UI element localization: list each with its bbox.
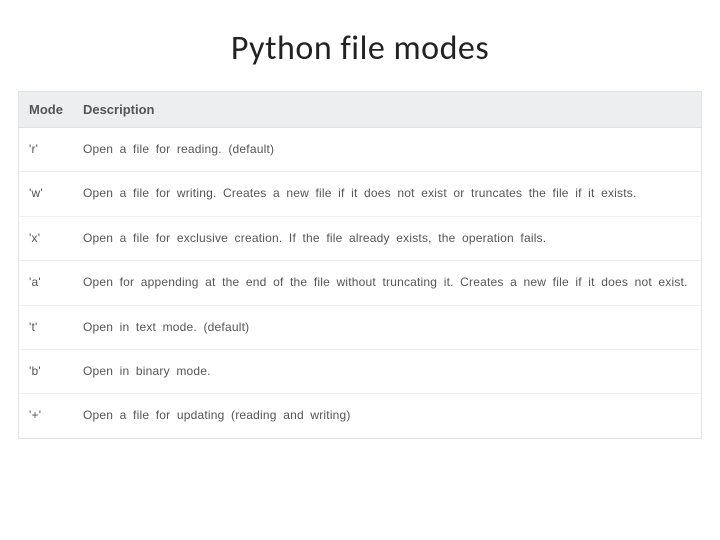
cell-description: Open a file for writing. Creates a new f… [73,172,702,216]
table-row: 'w' Open a file for writing. Creates a n… [19,172,702,216]
page-title: Python file modes [18,28,702,69]
header-description: Description [73,92,702,128]
cell-mode: '+' [19,394,73,438]
table-row: 'b' Open in binary mode. [19,349,702,393]
cell-mode: 'a' [19,261,73,305]
cell-description: Open a file for exclusive creation. If t… [73,216,702,260]
cell-description: Open in binary mode. [73,349,702,393]
cell-mode: 'r' [19,128,73,172]
cell-mode: 'x' [19,216,73,260]
cell-mode: 'w' [19,172,73,216]
cell-description: Open a file for updating (reading and wr… [73,394,702,438]
table-header-row: Mode Description [19,92,702,128]
table-row: 'x' Open a file for exclusive creation. … [19,216,702,260]
table-row: 'r' Open a file for reading. (default) [19,128,702,172]
cell-mode: 't' [19,305,73,349]
table-row: 't' Open in text mode. (default) [19,305,702,349]
cell-description: Open for appending at the end of the fil… [73,261,702,305]
table-row: 'a' Open for appending at the end of the… [19,261,702,305]
cell-description: Open in text mode. (default) [73,305,702,349]
modes-table: Mode Description 'r' Open a file for rea… [18,91,702,439]
cell-mode: 'b' [19,349,73,393]
cell-description: Open a file for reading. (default) [73,128,702,172]
decorative-mark [18,77,702,87]
header-mode: Mode [19,92,73,128]
slide: Python file modes Mode Description 'r' O… [0,0,720,540]
table-row: '+' Open a file for updating (reading an… [19,394,702,438]
